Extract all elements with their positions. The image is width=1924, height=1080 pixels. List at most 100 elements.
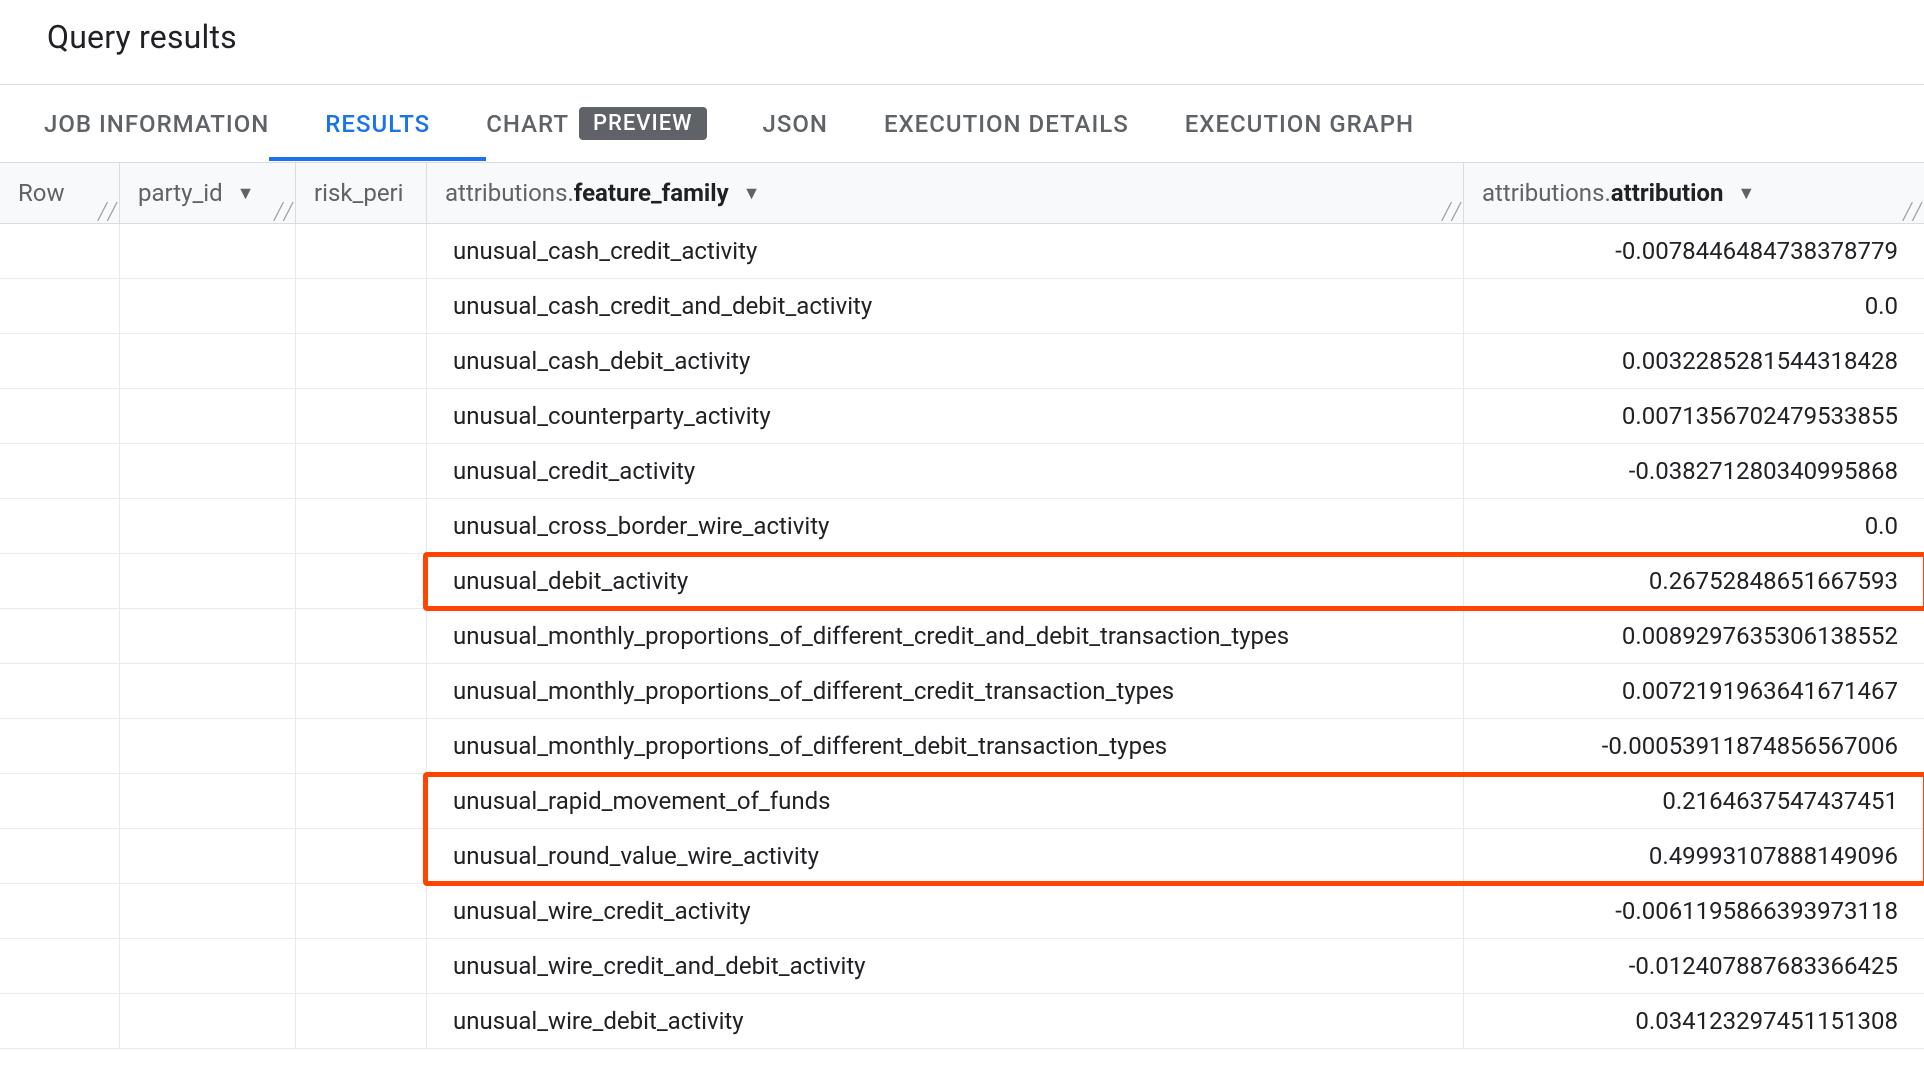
table-row: unusual_wire_debit_activity0.03412329745… [0, 994, 1924, 1049]
cell-risk-period [296, 389, 427, 444]
table-row: unusual_counterparty_activity0.007135670… [0, 389, 1924, 444]
cell-row [0, 444, 120, 499]
cell-party-id [120, 389, 296, 444]
tab-label: EXECUTION GRAPH [1185, 110, 1414, 138]
tabs-bar: JOB INFORMATION RESULTS CHART PREVIEW JS… [0, 85, 1924, 163]
column-label: risk_peri [314, 179, 404, 207]
tab-execution-details[interactable]: EXECUTION DETAILS [884, 88, 1129, 160]
tab-execution-graph[interactable]: EXECUTION GRAPH [1185, 88, 1414, 160]
cell-feature-family: unusual_monthly_proportions_of_different… [427, 719, 1464, 774]
cell-row [0, 609, 120, 664]
table-row: unusual_monthly_proportions_of_different… [0, 719, 1924, 774]
cell-party-id [120, 279, 296, 334]
page-title: Query results [47, 18, 1924, 56]
cell-risk-period [296, 664, 427, 719]
cell-feature-family: unusual_counterparty_activity [427, 389, 1464, 444]
table-row: unusual_debit_activity0.2675284865166759… [0, 554, 1924, 609]
cell-row [0, 774, 120, 829]
cell-row [0, 499, 120, 554]
tab-results[interactable]: RESULTS [325, 88, 430, 160]
cell-risk-period [296, 554, 427, 609]
cell-risk-period [296, 334, 427, 389]
cell-row [0, 939, 120, 994]
tab-job-information[interactable]: JOB INFORMATION [44, 88, 269, 160]
cell-party-id [120, 554, 296, 609]
cell-feature-family: unusual_credit_activity [427, 444, 1464, 499]
column-label: Row [18, 179, 65, 207]
cell-feature-family: unusual_wire_debit_activity [427, 994, 1464, 1049]
table-row: unusual_wire_credit_activity-0.006119586… [0, 884, 1924, 939]
cell-feature-family: unusual_cash_debit_activity [427, 334, 1464, 389]
cell-attribution: 0.2164637547437451 [1464, 774, 1924, 829]
cell-risk-period [296, 884, 427, 939]
table-row: unusual_cash_credit_and_debit_activity0.… [0, 279, 1924, 334]
cell-attribution: 0.0089297635306138552 [1464, 609, 1924, 664]
column-label: attributions.feature_family [445, 179, 729, 207]
cell-party-id [120, 334, 296, 389]
cell-row [0, 554, 120, 609]
cell-attribution: 0.034123297451151308 [1464, 994, 1924, 1049]
cell-risk-period [296, 444, 427, 499]
chevron-down-icon: ▼ [237, 183, 255, 204]
cell-row [0, 279, 120, 334]
cell-feature-family: unusual_cash_credit_and_debit_activity [427, 279, 1464, 334]
results-header: Query results [0, 0, 1924, 84]
table-row: unusual_cross_border_wire_activity0.0 [0, 499, 1924, 554]
cell-feature-family: unusual_round_value_wire_activity [427, 829, 1464, 884]
cell-attribution: 0.0072191963641671467 [1464, 664, 1924, 719]
cell-row [0, 664, 120, 719]
resize-handle-icon: ╱╱ [1903, 202, 1922, 221]
cell-feature-family: unusual_rapid_movement_of_funds [427, 774, 1464, 829]
chevron-down-icon: ▼ [743, 183, 761, 204]
cell-attribution: 0.49993107888149096 [1464, 829, 1924, 884]
cell-party-id [120, 994, 296, 1049]
cell-attribution: -0.00053911874856567006 [1464, 719, 1924, 774]
cell-attribution: 0.26752848651667593 [1464, 554, 1924, 609]
cell-feature-family: unusual_cross_border_wire_activity [427, 499, 1464, 554]
table-row: unusual_rapid_movement_of_funds0.2164637… [0, 774, 1924, 829]
cell-row [0, 994, 120, 1049]
column-header-party-id[interactable]: party_id ▼ ╱╱ [120, 163, 296, 223]
tab-label: JSON [763, 110, 828, 138]
resize-handle-icon: ╱╱ [274, 202, 293, 221]
cell-party-id [120, 939, 296, 994]
results-table: Row ╱╱ party_id ▼ ╱╱ risk_peri attributi… [0, 163, 1924, 1049]
column-header-row[interactable]: Row ╱╱ [0, 163, 120, 223]
cell-row [0, 829, 120, 884]
cell-attribution: -0.0078446484738378779 [1464, 224, 1924, 279]
cell-row [0, 719, 120, 774]
cell-row [0, 389, 120, 444]
table-row: unusual_cash_debit_activity0.00322852815… [0, 334, 1924, 389]
cell-feature-family: unusual_wire_credit_and_debit_activity [427, 939, 1464, 994]
cell-risk-period [296, 939, 427, 994]
column-header-attribution[interactable]: attributions.attribution ▼ ╱╱ [1464, 163, 1924, 223]
cell-feature-family: unusual_monthly_proportions_of_different… [427, 664, 1464, 719]
table-row: unusual_credit_activity-0.03827128034099… [0, 444, 1924, 499]
preview-badge: PREVIEW [579, 107, 707, 140]
cell-party-id [120, 664, 296, 719]
cell-risk-period [296, 774, 427, 829]
tab-json[interactable]: JSON [763, 88, 828, 160]
tab-label: EXECUTION DETAILS [884, 110, 1129, 138]
cell-attribution: -0.038271280340995868 [1464, 444, 1924, 499]
cell-feature-family: unusual_debit_activity [427, 554, 1464, 609]
resize-handle-icon: ╱╱ [1442, 202, 1461, 221]
column-header-feature-family[interactable]: attributions.feature_family ▼ ╱╱ [427, 163, 1464, 223]
cell-party-id [120, 609, 296, 664]
cell-row [0, 224, 120, 279]
cell-feature-family: unusual_monthly_proportions_of_different… [427, 609, 1464, 664]
cell-party-id [120, 719, 296, 774]
cell-party-id [120, 774, 296, 829]
cell-risk-period [296, 994, 427, 1049]
cell-attribution: 0.0032285281544318428 [1464, 334, 1924, 389]
cell-risk-period [296, 224, 427, 279]
column-header-risk-period[interactable]: risk_peri [296, 163, 427, 223]
cell-risk-period [296, 829, 427, 884]
cell-risk-period [296, 609, 427, 664]
column-label: attributions.attribution [1482, 179, 1723, 207]
tab-chart[interactable]: CHART PREVIEW [486, 85, 706, 162]
chevron-down-icon: ▼ [1737, 183, 1755, 204]
tab-label: RESULTS [325, 110, 430, 138]
resize-handle-icon: ╱╱ [98, 202, 117, 221]
cell-attribution: 0.0 [1464, 279, 1924, 334]
